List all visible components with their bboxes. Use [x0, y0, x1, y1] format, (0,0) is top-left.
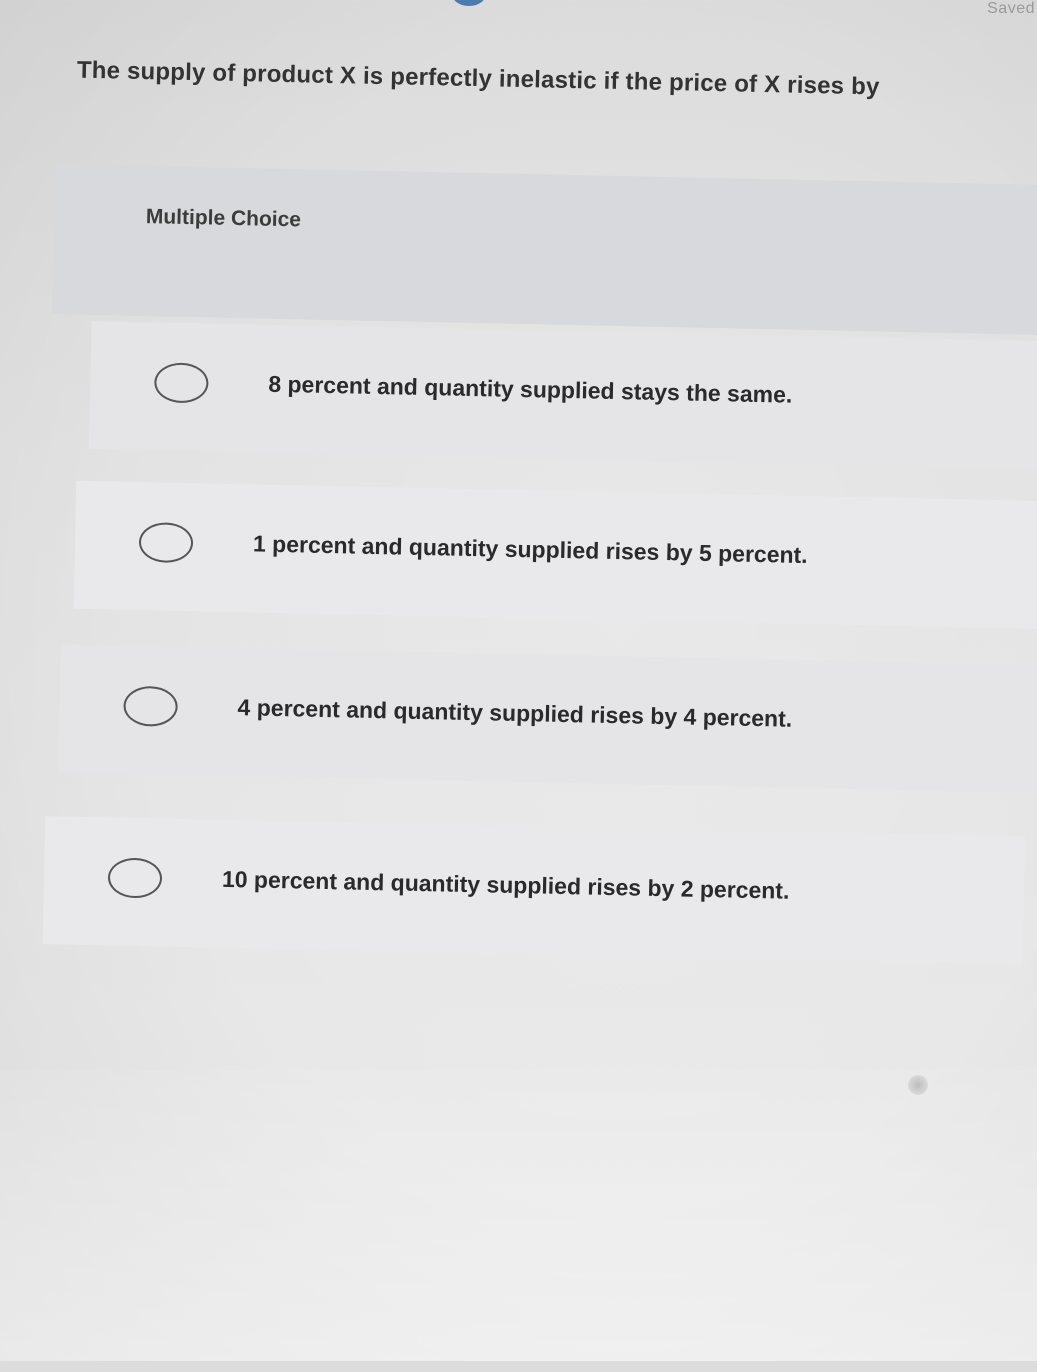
radio-button[interactable] — [153, 362, 209, 404]
answer-option-label: 4 percent and quantity supplied rises by… — [237, 694, 793, 732]
answer-option-1[interactable]: 8 percent and quantity supplied stays th… — [88, 320, 1037, 470]
cursor-icon — [908, 1075, 928, 1095]
question-prompt: The supply of product X is perfectly ine… — [76, 56, 880, 101]
answer-option-2[interactable]: 1 percent and quantity supplied rises by… — [73, 480, 1037, 630]
answer-option-label: 1 percent and quantity supplied rises by… — [252, 530, 808, 569]
radio-button[interactable] — [123, 685, 179, 727]
question-type-panel — [51, 164, 1037, 336]
answer-option-4[interactable]: 10 percent and quantity supplied rises b… — [42, 816, 1026, 965]
answer-option-label: 8 percent and quantity supplied stays th… — [268, 370, 793, 408]
question-type-label: Multiple Choice — [145, 205, 302, 232]
answer-option-label: 10 percent and quantity supplied rises b… — [221, 865, 790, 904]
radio-button[interactable] — [138, 522, 194, 564]
answer-option-3[interactable]: 4 percent and quantity supplied rises by… — [58, 644, 1037, 793]
lower-blank-area — [0, 1070, 1037, 1361]
radio-button[interactable] — [107, 857, 163, 899]
